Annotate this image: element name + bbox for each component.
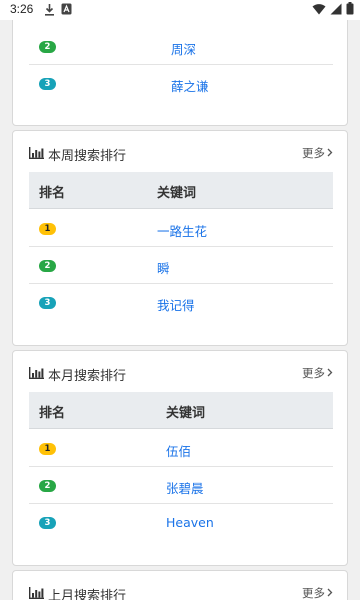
card-title: 本月搜索排行 xyxy=(29,365,126,384)
card-title-text: 本周搜索排行 xyxy=(48,149,127,164)
keyword-link[interactable]: 张碧晨 xyxy=(166,478,204,497)
table-row[interactable]: 1 伍佰 xyxy=(29,430,333,467)
more-link[interactable]: 更多 xyxy=(302,145,333,161)
table-header: 排名 关键词 xyxy=(29,392,333,429)
chevron-right-icon xyxy=(327,366,333,380)
rank-badge: 1 xyxy=(39,223,56,235)
card-header: 本月搜索排行 更多 xyxy=(13,351,347,395)
column-header-keyword: 关键词 xyxy=(166,406,206,421)
keyword-link[interactable]: 一路生花 xyxy=(157,221,207,240)
card-title: 本周搜索排行 xyxy=(29,145,126,164)
more-label: 更多 xyxy=(302,586,325,600)
wifi-icon xyxy=(312,3,326,18)
card-title: 上月搜索排行 xyxy=(29,585,126,600)
bar-chart-icon xyxy=(29,366,44,383)
more-label: 更多 xyxy=(302,146,325,160)
table-row[interactable]: 2 周深 xyxy=(29,28,333,65)
table-row[interactable]: 2 张碧晨 xyxy=(29,467,333,504)
bar-chart-icon xyxy=(29,586,44,600)
keyword-link[interactable]: Heaven xyxy=(166,515,214,530)
rank-badge: 2 xyxy=(39,41,56,53)
rank-badge: 1 xyxy=(39,443,56,455)
keyword-link[interactable]: 我记得 xyxy=(157,295,195,314)
table-row[interactable]: 3 我记得 xyxy=(29,284,333,321)
bar-chart-icon xyxy=(29,146,44,163)
column-header-rank: 排名 xyxy=(39,406,66,421)
download-icon xyxy=(44,3,55,19)
weekly-ranking-card: 本周搜索排行 更多 排名 关键词 1 一路生花 2 瞬 3 我记得 xyxy=(12,130,348,346)
more-label: 更多 xyxy=(302,366,325,380)
table-row[interactable]: 2 瞬 xyxy=(29,247,333,284)
signal-icon xyxy=(330,3,342,18)
keyword-link[interactable]: 周深 xyxy=(171,39,196,58)
table-header: 排名 关键词 xyxy=(29,172,333,209)
top-ranking-card: 2 周深 3 薛之谦 xyxy=(12,12,348,126)
column-header-keyword: 关键词 xyxy=(157,186,197,201)
rank-badge: 3 xyxy=(39,517,56,529)
card-header: 上月搜索排行 更多 xyxy=(13,571,347,600)
table-row[interactable]: 1 一路生花 xyxy=(29,210,333,247)
last-month-ranking-card: 上月搜索排行 更多 xyxy=(12,570,348,600)
more-link[interactable]: 更多 xyxy=(302,365,333,381)
chevron-right-icon xyxy=(327,146,333,160)
card-header: 本周搜索排行 更多 xyxy=(13,131,347,175)
rank-badge: 3 xyxy=(39,297,56,309)
more-link[interactable]: 更多 xyxy=(302,585,333,600)
status-time: 3:26 xyxy=(10,2,34,16)
keyword-link[interactable]: 瞬 xyxy=(157,258,170,277)
card-title-text: 本月搜索排行 xyxy=(48,369,127,384)
table-row[interactable]: 3 Heaven xyxy=(29,504,333,541)
monthly-ranking-card: 本月搜索排行 更多 排名 关键词 1 伍佰 2 张碧晨 3 Heaven xyxy=(12,350,348,566)
rank-badge: 2 xyxy=(39,480,56,492)
rank-badge: 3 xyxy=(39,78,56,90)
status-bar: 3:26 xyxy=(0,0,360,20)
keyword-link[interactable]: 薛之谦 xyxy=(171,76,209,95)
chevron-right-icon xyxy=(327,586,333,600)
table-row[interactable]: 3 薛之谦 xyxy=(29,65,333,102)
keyword-link[interactable]: 伍佰 xyxy=(166,441,191,460)
app-notification-icon xyxy=(61,3,72,18)
card-title-text: 上月搜索排行 xyxy=(48,589,127,600)
rank-badge: 2 xyxy=(39,260,56,272)
battery-icon xyxy=(346,2,354,18)
column-header-rank: 排名 xyxy=(39,186,66,201)
